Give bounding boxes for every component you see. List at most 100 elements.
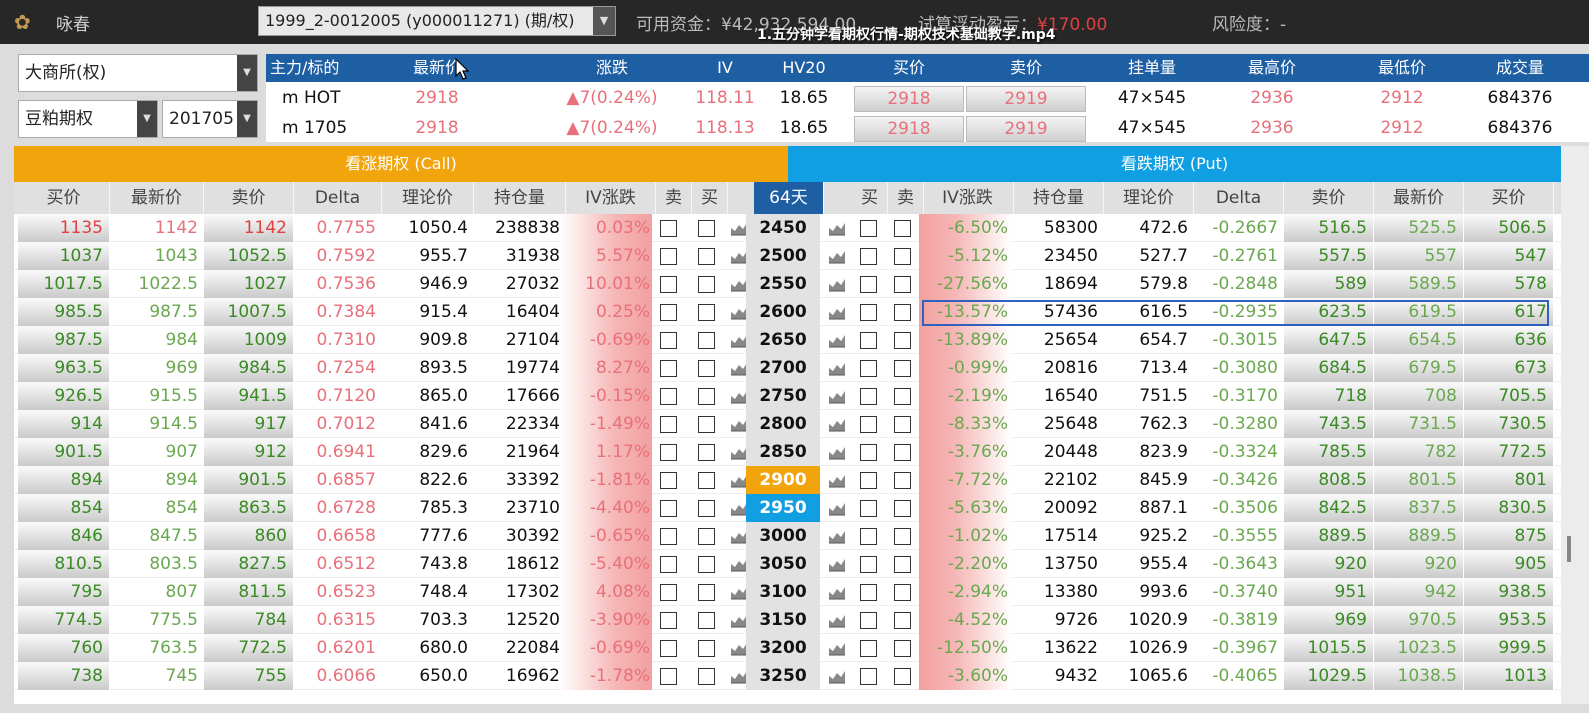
- call-buy-checkbox[interactable]: [698, 276, 715, 293]
- put-ask[interactable]: 647.5: [1284, 326, 1374, 354]
- exchange-select[interactable]: 大商所(权) ▼: [18, 54, 258, 92]
- quote-bid[interactable]: 2918: [854, 86, 964, 112]
- option-row[interactable]: 987.5 984 1009 0.7310 909.8 27104 -0.69% 2650 -1…: [14, 326, 1561, 354]
- call-sell-checkbox[interactable]: [660, 248, 677, 265]
- put-chart-icon[interactable]: [828, 360, 846, 376]
- call-header-cell[interactable]: 理论价: [382, 182, 474, 214]
- call-sell-checkbox[interactable]: [660, 332, 677, 349]
- call-sell-checkbox[interactable]: [660, 640, 677, 657]
- call-bid[interactable]: 985.5: [18, 298, 110, 326]
- put-bid[interactable]: 875: [1464, 522, 1554, 550]
- quote-header-cell[interactable]: HV20: [764, 54, 844, 82]
- quote-row[interactable]: m HOT 2918 ▲7(0.24%) 118.11 18.65 2918 2919 47×…: [266, 84, 1589, 114]
- call-bid[interactable]: 738: [18, 662, 110, 690]
- call-ask[interactable]: 784: [204, 606, 294, 634]
- call-header-cell[interactable]: 持仓量: [474, 182, 566, 214]
- account-select[interactable]: 1999_2-0012005 (y000011271) (期/权) ▼: [258, 6, 616, 36]
- quote-bid[interactable]: 2918: [854, 116, 964, 142]
- quote-header-cell[interactable]: 买价: [854, 54, 964, 82]
- call-buy-checkbox[interactable]: [698, 416, 715, 433]
- put-ask[interactable]: 951: [1284, 578, 1374, 606]
- quote-header-cell[interactable]: 成交量: [1470, 54, 1570, 82]
- put-sell-checkbox[interactable]: [894, 388, 911, 405]
- put-sell-checkbox[interactable]: [894, 472, 911, 489]
- put-sell-checkbox[interactable]: [894, 556, 911, 573]
- option-row[interactable]: 774.5 775.5 784 0.6315 703.3 12520 -3.90% 3150 -…: [14, 606, 1561, 634]
- put-buy-checkbox[interactable]: [860, 304, 877, 321]
- put-bid[interactable]: 547: [1464, 242, 1554, 270]
- call-ask[interactable]: 1142: [204, 214, 294, 242]
- put-header-cell[interactable]: 买: [852, 182, 888, 214]
- scrollbar-thumb[interactable]: [1567, 536, 1571, 562]
- put-bid[interactable]: 730.5: [1464, 410, 1554, 438]
- call-bid[interactable]: 901.5: [18, 438, 110, 466]
- put-chart-icon[interactable]: [828, 276, 846, 292]
- put-bid[interactable]: 999.5: [1464, 634, 1554, 662]
- put-sell-checkbox[interactable]: [894, 640, 911, 657]
- put-sell-checkbox[interactable]: [894, 444, 911, 461]
- call-buy-checkbox[interactable]: [698, 220, 715, 237]
- put-sell-checkbox[interactable]: [894, 360, 911, 377]
- vertical-scrollbar[interactable]: [1561, 146, 1589, 704]
- put-ask[interactable]: 1029.5: [1284, 662, 1374, 690]
- put-bid[interactable]: 617: [1464, 298, 1554, 326]
- put-ask[interactable]: 785.5: [1284, 438, 1374, 466]
- call-buy-checkbox[interactable]: [698, 444, 715, 461]
- put-bid[interactable]: 673: [1464, 354, 1554, 382]
- chevron-down-icon[interactable]: ▼: [137, 101, 157, 137]
- put-chart-icon[interactable]: [828, 556, 846, 572]
- put-header-cell[interactable]: 理论价: [1104, 182, 1194, 214]
- put-header-cell[interactable]: 卖: [888, 182, 924, 214]
- call-sell-checkbox[interactable]: [660, 220, 677, 237]
- put-chart-icon[interactable]: [828, 388, 846, 404]
- put-chart-icon[interactable]: [828, 528, 846, 544]
- put-chart-icon[interactable]: [828, 584, 846, 600]
- option-row[interactable]: 760 763.5 772.5 0.6201 680.0 22084 -0.69% 3200 -…: [14, 634, 1561, 662]
- put-sell-checkbox[interactable]: [894, 304, 911, 321]
- put-sell-checkbox[interactable]: [894, 500, 911, 517]
- call-buy-checkbox[interactable]: [698, 640, 715, 657]
- quote-header-cell[interactable]: 卖价: [966, 54, 1086, 82]
- call-bid[interactable]: 963.5: [18, 354, 110, 382]
- quote-ask[interactable]: 2919: [966, 86, 1086, 112]
- put-bid[interactable]: 578: [1464, 270, 1554, 298]
- option-row[interactable]: 795 807 811.5 0.6523 748.4 17302 4.08% 3100 -2.9…: [14, 578, 1561, 606]
- put-buy-checkbox[interactable]: [860, 500, 877, 517]
- put-bid[interactable]: 506.5: [1464, 214, 1554, 242]
- call-sell-checkbox[interactable]: [660, 500, 677, 517]
- quote-header-cell[interactable]: IV: [690, 54, 760, 82]
- option-row[interactable]: 894 894 901.5 0.6857 822.6 33392 -1.81% 2900 -7.…: [14, 466, 1561, 494]
- put-sell-checkbox[interactable]: [894, 612, 911, 629]
- put-ask[interactable]: 557.5: [1284, 242, 1374, 270]
- put-chart-icon[interactable]: [828, 304, 846, 320]
- put-header-cell[interactable]: 持仓量: [1014, 182, 1104, 214]
- put-sell-checkbox[interactable]: [894, 248, 911, 265]
- call-bid[interactable]: 914: [18, 410, 110, 438]
- put-chart-icon[interactable]: [828, 500, 846, 516]
- call-buy-checkbox[interactable]: [698, 612, 715, 629]
- put-bid[interactable]: 938.5: [1464, 578, 1554, 606]
- call-ask[interactable]: 917: [204, 410, 294, 438]
- call-bid[interactable]: 774.5: [18, 606, 110, 634]
- call-ask[interactable]: 1027: [204, 270, 294, 298]
- call-sell-checkbox[interactable]: [660, 388, 677, 405]
- call-buy-checkbox[interactable]: [698, 472, 715, 489]
- call-sell-checkbox[interactable]: [660, 276, 677, 293]
- put-buy-checkbox[interactable]: [860, 416, 877, 433]
- option-row[interactable]: 926.5 915.5 941.5 0.7120 865.0 17666 -0.15% 275…: [14, 382, 1561, 410]
- put-ask[interactable]: 743.5: [1284, 410, 1374, 438]
- call-buy-checkbox[interactable]: [698, 500, 715, 517]
- put-header-cell[interactable]: Delta: [1194, 182, 1284, 214]
- call-buy-checkbox[interactable]: [698, 332, 715, 349]
- put-buy-checkbox[interactable]: [860, 444, 877, 461]
- put-ask[interactable]: 808.5: [1284, 466, 1374, 494]
- call-ask[interactable]: 984.5: [204, 354, 294, 382]
- call-ask[interactable]: 772.5: [204, 634, 294, 662]
- put-buy-checkbox[interactable]: [860, 612, 877, 629]
- quote-ask[interactable]: 2919: [966, 116, 1086, 142]
- call-buy-checkbox[interactable]: [698, 556, 715, 573]
- put-ask[interactable]: 589: [1284, 270, 1374, 298]
- call-header-cell[interactable]: 买价: [18, 182, 110, 214]
- quote-header-cell[interactable]: 最高价: [1222, 54, 1322, 82]
- call-buy-checkbox[interactable]: [698, 584, 715, 601]
